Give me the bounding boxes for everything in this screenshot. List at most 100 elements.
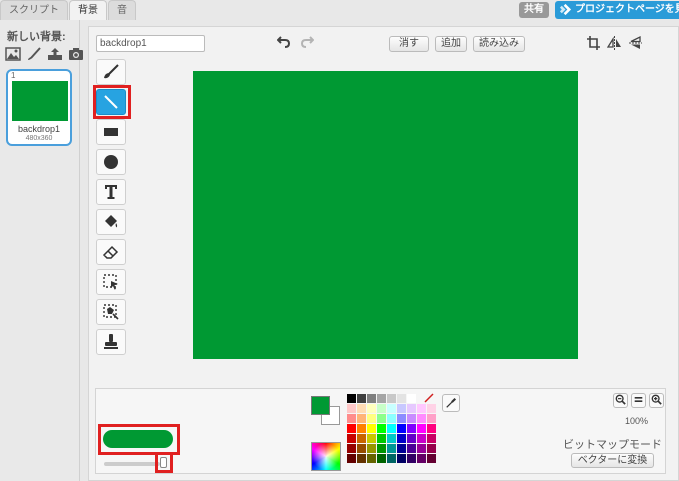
share-button[interactable]: 共有 <box>519 2 549 18</box>
transparent-color-icon[interactable] <box>424 393 434 403</box>
camera-icon[interactable] <box>68 47 84 61</box>
palette-color-swatch[interactable] <box>407 434 416 443</box>
ellipse-tool[interactable] <box>96 149 126 175</box>
palette-color-swatch[interactable] <box>347 454 356 463</box>
palette-color-swatch[interactable] <box>397 424 406 433</box>
foreground-color-swatch[interactable] <box>311 396 330 415</box>
palette-color-swatch[interactable] <box>357 404 366 413</box>
palette-color-swatch[interactable] <box>427 414 436 423</box>
palette-color-swatch[interactable] <box>387 424 396 433</box>
palette-color-swatch[interactable] <box>427 454 436 463</box>
tab-scripts[interactable]: スクリプト <box>0 0 68 20</box>
undo-icon[interactable] <box>277 34 291 48</box>
palette-color-swatch[interactable] <box>387 404 396 413</box>
palette-color-swatch[interactable] <box>377 424 386 433</box>
palette-color-swatch[interactable] <box>367 424 376 433</box>
palette-color-swatch[interactable] <box>347 414 356 423</box>
palette-color-swatch[interactable] <box>387 394 396 403</box>
select-tool[interactable] <box>96 269 126 295</box>
palette-color-swatch[interactable] <box>427 434 436 443</box>
palette-color-swatch[interactable] <box>407 394 416 403</box>
palette-color-swatch[interactable] <box>357 434 366 443</box>
paint-canvas[interactable] <box>193 71 578 359</box>
palette-color-swatch[interactable] <box>417 414 426 423</box>
palette-color-swatch[interactable] <box>347 444 356 453</box>
palette-color-swatch[interactable] <box>357 394 366 403</box>
zoom-out-button[interactable] <box>613 393 628 408</box>
palette-color-swatch[interactable] <box>407 454 416 463</box>
crop-icon[interactable] <box>586 35 601 51</box>
palette-color-swatch[interactable] <box>347 434 356 443</box>
fill-tool[interactable] <box>96 209 126 235</box>
palette-color-swatch[interactable] <box>367 434 376 443</box>
image-library-icon[interactable] <box>5 47 21 61</box>
palette-color-swatch[interactable] <box>387 434 396 443</box>
palette-color-swatch[interactable] <box>357 424 366 433</box>
palette-color-swatch[interactable] <box>357 414 366 423</box>
palette-color-swatch[interactable] <box>427 404 436 413</box>
palette-color-swatch[interactable] <box>387 414 396 423</box>
palette-color-swatch[interactable] <box>387 444 396 453</box>
line-tool[interactable] <box>96 89 126 115</box>
palette-color-swatch[interactable] <box>407 444 416 453</box>
palette-color-swatch[interactable] <box>417 454 426 463</box>
palette-color-swatch[interactable] <box>397 454 406 463</box>
palette-color-swatch[interactable] <box>377 404 386 413</box>
palette-color-swatch[interactable] <box>427 424 436 433</box>
palette-color-swatch[interactable] <box>417 404 426 413</box>
flip-vertical-icon[interactable] <box>628 35 643 51</box>
zoom-in-button[interactable] <box>649 393 664 408</box>
palette-color-swatch[interactable] <box>427 444 436 453</box>
palette-color-swatch[interactable] <box>357 444 366 453</box>
palette-color-swatch[interactable] <box>417 434 426 443</box>
palette-color-swatch[interactable] <box>407 404 416 413</box>
tab-sounds[interactable]: 音 <box>108 0 136 20</box>
palette-color-swatch[interactable] <box>417 424 426 433</box>
redo-icon[interactable] <box>300 34 314 48</box>
remove-background-tool[interactable] <box>96 299 126 325</box>
color-spectrum-picker[interactable] <box>311 442 341 471</box>
import-button[interactable]: 読み込み <box>473 36 525 52</box>
palette-color-swatch[interactable] <box>377 434 386 443</box>
zoom-reset-button[interactable] <box>631 393 646 408</box>
palette-color-swatch[interactable] <box>407 424 416 433</box>
tab-backdrops[interactable]: 背景 <box>69 0 107 20</box>
project-page-button[interactable]: プロジェクトページを見る <box>555 1 679 19</box>
palette-color-swatch[interactable] <box>367 404 376 413</box>
paint-brush-icon[interactable] <box>26 47 42 61</box>
text-tool[interactable] <box>96 179 126 205</box>
palette-color-swatch[interactable] <box>397 394 406 403</box>
upload-icon[interactable] <box>47 47 63 61</box>
palette-color-swatch[interactable] <box>377 414 386 423</box>
eyedropper-button[interactable] <box>442 394 460 412</box>
palette-color-swatch[interactable] <box>377 444 386 453</box>
add-button[interactable]: 追加 <box>435 36 467 52</box>
costume-name-input[interactable] <box>96 35 205 52</box>
palette-color-swatch[interactable] <box>397 414 406 423</box>
palette-color-swatch[interactable] <box>357 454 366 463</box>
convert-to-vector-button[interactable]: ベクターに変換 <box>571 453 654 468</box>
palette-color-swatch[interactable] <box>367 444 376 453</box>
palette-color-swatch[interactable] <box>347 394 356 403</box>
line-width-slider[interactable] <box>104 462 160 466</box>
palette-color-swatch[interactable] <box>347 404 356 413</box>
palette-color-swatch[interactable] <box>377 454 386 463</box>
palette-color-swatch[interactable] <box>377 394 386 403</box>
palette-color-swatch[interactable] <box>397 434 406 443</box>
eraser-tool[interactable] <box>96 239 126 265</box>
palette-color-swatch[interactable] <box>397 404 406 413</box>
palette-color-swatch[interactable] <box>387 454 396 463</box>
brush-tool[interactable] <box>96 59 126 85</box>
clear-button[interactable]: 消す <box>389 36 429 52</box>
palette-color-swatch[interactable] <box>417 444 426 453</box>
flip-horizontal-icon[interactable] <box>607 35 622 51</box>
palette-color-swatch[interactable] <box>407 414 416 423</box>
backdrop-thumbnail[interactable]: 1 backdrop1 480x360 <box>6 69 72 146</box>
stamp-tool[interactable] <box>96 329 126 355</box>
palette-color-swatch[interactable] <box>367 454 376 463</box>
rectangle-tool[interactable] <box>96 119 126 145</box>
line-width-slider-knob[interactable] <box>160 457 167 468</box>
palette-color-swatch[interactable] <box>367 414 376 423</box>
palette-color-swatch[interactable] <box>367 394 376 403</box>
palette-color-swatch[interactable] <box>347 424 356 433</box>
